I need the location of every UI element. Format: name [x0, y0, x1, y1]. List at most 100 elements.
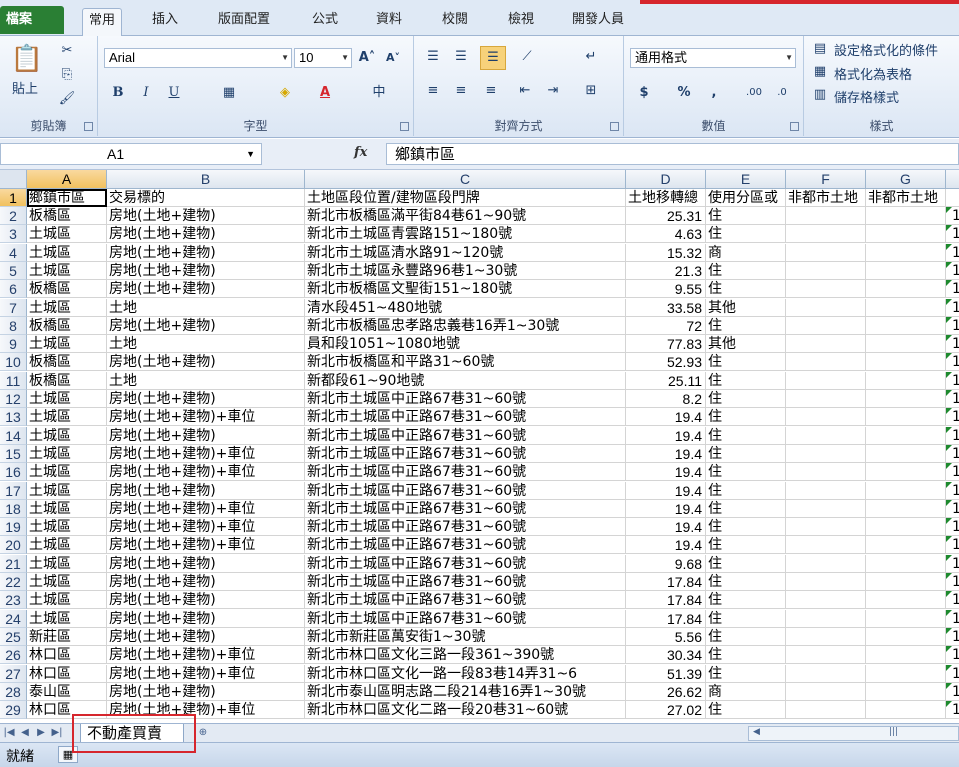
cell-f[interactable] [786, 701, 866, 720]
cell-c[interactable]: 新北市土城區中正路67巷31~60號 [305, 390, 626, 408]
cell-g[interactable] [866, 481, 946, 500]
cell-c[interactable]: 新北市土城區中正路67巷31~60號 [305, 518, 626, 537]
row-header[interactable]: 28 [0, 682, 27, 701]
cell-f[interactable] [786, 518, 866, 537]
scroll-thumb[interactable]: ||| [889, 727, 898, 737]
cell-h[interactable]: 1( [946, 646, 959, 665]
cell-c[interactable]: 新北市土城區中正路67巷31~60號 [305, 554, 626, 573]
row-header[interactable]: 21 [0, 554, 27, 573]
cell-b[interactable]: 房地(土地+建物) [107, 554, 305, 573]
cell-d[interactable]: 25.11 [626, 371, 706, 390]
cell-e[interactable]: 住 [706, 701, 786, 720]
cell-styles-button[interactable]: 儲存格樣式 [834, 87, 899, 106]
cell-h[interactable]: 1( [946, 481, 959, 500]
header-cell-b[interactable]: 交易標的 [107, 189, 305, 207]
cell-b[interactable]: 房地(土地+建物)+車位 [107, 664, 305, 683]
cell-h[interactable]: 1( [946, 627, 959, 646]
header-cell-h[interactable] [946, 189, 959, 207]
cell-b[interactable]: 房地(土地+建物) [107, 591, 305, 610]
cell-e[interactable]: 住 [706, 499, 786, 518]
first-sheet-icon[interactable]: |◀ [2, 725, 16, 741]
column-header-f[interactable]: F [786, 170, 866, 189]
cell-d[interactable]: 19.4 [626, 536, 706, 555]
cell-a[interactable]: 土城區 [27, 554, 107, 573]
cell-h[interactable]: 1( [946, 444, 959, 463]
cell-h[interactable]: 1( [946, 591, 959, 610]
cut-icon[interactable]: ✂ [56, 40, 78, 62]
cell-g[interactable] [866, 408, 946, 427]
number-format-select[interactable]: 通用格式 ▼ [630, 48, 796, 68]
cell-f[interactable] [786, 627, 866, 646]
align-middle-icon[interactable]: ☰ [450, 46, 472, 68]
cell-b[interactable]: 土地 [107, 371, 305, 390]
cell-b[interactable]: 房地(土地+建物) [107, 390, 305, 408]
cell-f[interactable] [786, 390, 866, 408]
cell-g[interactable] [866, 298, 946, 317]
cell-f[interactable] [786, 426, 866, 445]
cell-d[interactable]: 19.4 [626, 481, 706, 500]
cell-b[interactable]: 房地(土地+建物)+車位 [107, 499, 305, 518]
bold-button[interactable]: B [108, 82, 128, 104]
clipboard-launcher-icon[interactable] [84, 122, 93, 131]
align-top-icon[interactable]: ☰ [422, 46, 444, 68]
cell-c[interactable]: 清水段451~480地號 [305, 298, 626, 317]
cell-c[interactable]: 新北市土城區中正路67巷31~60號 [305, 499, 626, 518]
cell-b[interactable]: 房地(土地+建物) [107, 426, 305, 445]
row-header[interactable]: 18 [0, 499, 27, 518]
cell-h[interactable]: 1( [946, 353, 959, 372]
cell-b[interactable]: 房地(土地+建物)+車位 [107, 646, 305, 665]
shrink-font-icon[interactable]: A˅ [382, 47, 404, 69]
cell-h[interactable]: 1( [946, 499, 959, 518]
cell-d[interactable]: 26.62 [626, 682, 706, 701]
cell-d[interactable]: 17.84 [626, 609, 706, 628]
row-header[interactable]: 20 [0, 536, 27, 555]
insert-sheet-icon[interactable]: ⊕ [194, 725, 212, 741]
cell-d[interactable]: 4.63 [626, 225, 706, 244]
cell-e[interactable]: 住 [706, 280, 786, 299]
tab-formulas[interactable]: 公式 [306, 8, 344, 36]
cell-e[interactable]: 商 [706, 682, 786, 701]
cell-styles-icon[interactable]: ▥ [810, 84, 830, 106]
cell-h[interactable]: 1( [946, 390, 959, 408]
cell-d[interactable]: 19.4 [626, 499, 706, 518]
row-header[interactable]: 22 [0, 573, 27, 591]
row-header[interactable]: 3 [0, 225, 27, 244]
cell-f[interactable] [786, 554, 866, 573]
cell-f[interactable] [786, 573, 866, 591]
cell-b[interactable]: 房地(土地+建物)+車位 [107, 408, 305, 427]
cell-b[interactable]: 房地(土地+建物) [107, 573, 305, 591]
cell-d[interactable]: 77.83 [626, 335, 706, 354]
cell-h[interactable]: 1( [946, 371, 959, 390]
cell-d[interactable]: 15.32 [626, 243, 706, 262]
cell-d[interactable]: 19.4 [626, 426, 706, 445]
column-header-h[interactable] [946, 170, 959, 189]
row-header[interactable]: 2 [0, 207, 27, 225]
cell-f[interactable] [786, 225, 866, 244]
increase-decimal-icon[interactable]: .00 [742, 82, 766, 104]
cell-e[interactable]: 其他 [706, 298, 786, 317]
cell-b[interactable]: 房地(土地+建物) [107, 243, 305, 262]
formula-input[interactable]: 鄉鎮市區 [386, 143, 959, 165]
cell-c[interactable]: 新都段61~90地號 [305, 371, 626, 390]
cell-d[interactable]: 51.39 [626, 664, 706, 683]
cell-d[interactable]: 21.3 [626, 261, 706, 280]
grow-font-icon[interactable]: A˄ [356, 47, 378, 69]
cell-e[interactable]: 住 [706, 573, 786, 591]
cell-e[interactable]: 住 [706, 609, 786, 628]
cell-a[interactable]: 土城區 [27, 426, 107, 445]
cell-c[interactable]: 新北市土城區中正路67巷31~60號 [305, 609, 626, 628]
cell-f[interactable] [786, 444, 866, 463]
cell-c[interactable]: 新北市林口區文化三路一段361~390號 [305, 646, 626, 665]
cell-d[interactable]: 19.4 [626, 408, 706, 427]
align-left-icon[interactable]: ≡ [422, 80, 444, 102]
cell-e[interactable]: 住 [706, 536, 786, 555]
cell-c[interactable]: 新北市土城區中正路67巷31~60號 [305, 591, 626, 610]
cell-h[interactable]: 1( [946, 518, 959, 537]
cell-a[interactable]: 土城區 [27, 225, 107, 244]
row-header[interactable]: 29 [0, 701, 27, 720]
cell-e[interactable]: 住 [706, 646, 786, 665]
cell-g[interactable] [866, 280, 946, 299]
cell-e[interactable]: 住 [706, 261, 786, 280]
cell-d[interactable]: 19.4 [626, 518, 706, 537]
cell-e[interactable]: 住 [706, 316, 786, 335]
